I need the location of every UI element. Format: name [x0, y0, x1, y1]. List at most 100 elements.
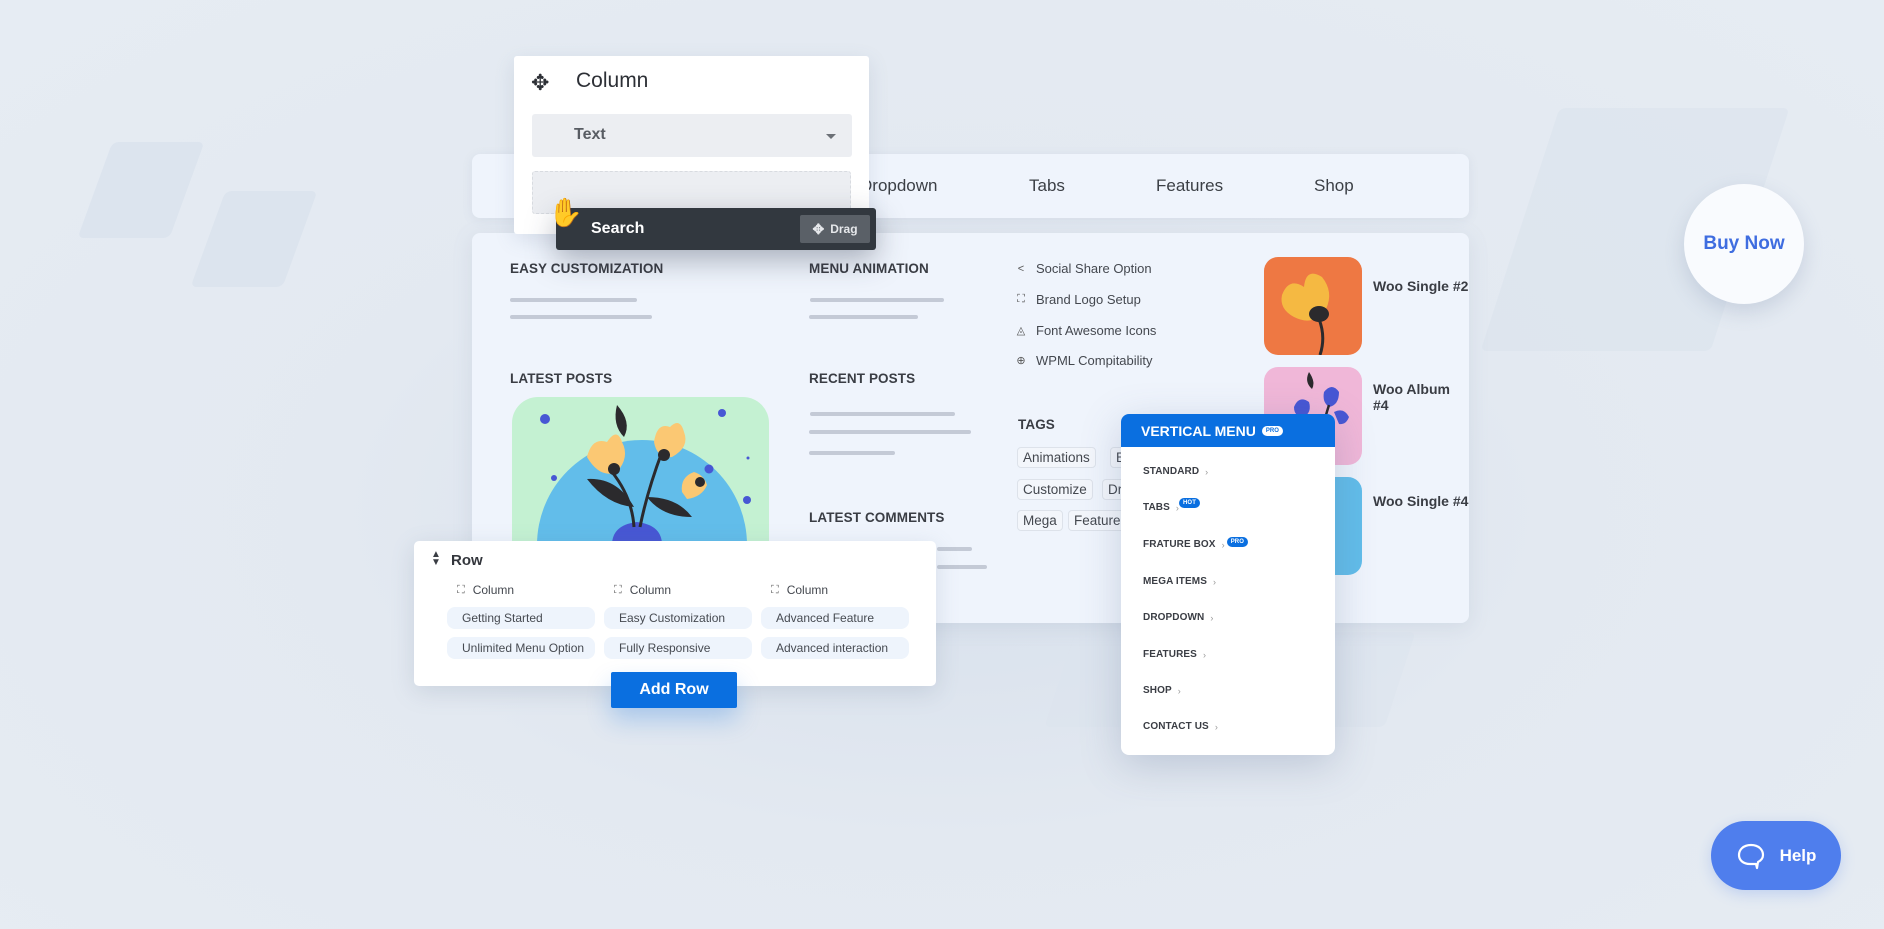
placeholder-line	[810, 412, 955, 416]
chat-bubble-icon	[1737, 843, 1764, 869]
section-title-tags: TAGS	[1018, 417, 1055, 432]
feature-label: WPML Compitability	[1036, 353, 1153, 368]
vertical-menu: VERTICAL MENU PRO STANDARD › TABS › HOT FRA…	[1121, 414, 1335, 755]
menu-item-label: MEGA ITEMS	[1143, 576, 1207, 587]
move-icon[interactable]: ✥	[531, 70, 549, 96]
chevron-right-icon: ›	[1177, 685, 1181, 696]
vertical-menu-item[interactable]: DROPDOWN ›	[1143, 612, 1213, 623]
vertical-menu-item[interactable]: FEATURES ›	[1143, 649, 1206, 660]
tag[interactable]: Feature	[1068, 510, 1127, 531]
dragged-search-element[interactable]: Search ✥ Drag	[556, 208, 876, 250]
add-row-button[interactable]: Add Row	[611, 672, 737, 708]
menu-item-label: FRATURE BOX	[1143, 539, 1216, 550]
chevron-right-icon: ›	[1205, 466, 1209, 477]
vertical-menu-title: VERTICAL MENU	[1141, 423, 1256, 439]
flower-vase-illustration	[537, 405, 751, 545]
help-button[interactable]: Help	[1711, 821, 1841, 890]
column-item[interactable]: Fully Responsive	[604, 637, 752, 659]
menu-item-label: TABS	[1143, 502, 1170, 513]
sort-icon[interactable]: ▲ ▼	[431, 550, 441, 568]
expand-icon: ⛶	[771, 583, 779, 596]
hot-badge: HOT	[1179, 497, 1200, 508]
help-label: Help	[1779, 845, 1817, 865]
feature-item[interactable]: ⊕ WPML Compitability	[1015, 353, 1153, 368]
nav-item-dropdown[interactable]: Dropdown	[860, 176, 938, 196]
tag[interactable]: Animations	[1017, 447, 1096, 468]
expand-icon: ⛶	[614, 583, 622, 596]
column-item[interactable]: Unlimited Menu Option	[447, 637, 595, 659]
menu-item-label: FEATURES	[1143, 649, 1197, 660]
vertical-menu-item[interactable]: STANDARD ›	[1143, 466, 1208, 477]
feature-label: Font Awesome Icons	[1036, 323, 1157, 338]
feature-label: Brand Logo Setup	[1036, 292, 1141, 307]
move-icon: ✥	[812, 220, 825, 237]
background-shape	[190, 191, 318, 287]
section-title-latest-comments: LATEST COMMENTS	[809, 510, 945, 525]
dragged-element-label: Search	[591, 220, 645, 237]
font-awesome-icon: ◬	[1016, 325, 1026, 337]
chevron-right-icon: ›	[1210, 612, 1214, 623]
placeholder-line	[809, 451, 895, 455]
feature-label: Social Share Option	[1036, 261, 1152, 276]
select-value: Text	[574, 126, 606, 143]
vertical-menu-item[interactable]: MEGA ITEMS ›	[1143, 576, 1216, 587]
flower-illustration	[1281, 273, 1330, 355]
feature-item[interactable]: < Social Share Option	[1015, 261, 1152, 276]
column-header: ⛶ Column	[614, 583, 671, 597]
menu-item-label: CONTACT US	[1143, 721, 1209, 732]
column-header: ⛶ Column	[457, 583, 514, 597]
product-title[interactable]: Woo Single #2	[1373, 278, 1468, 294]
product-image[interactable]	[1264, 257, 1362, 355]
background-shape	[77, 142, 205, 238]
column-widget-title: Column	[576, 69, 649, 92]
vertical-menu-item[interactable]: CONTACT US ›	[1143, 721, 1218, 732]
section-title-menu-animation: MENU ANIMATION	[809, 261, 929, 276]
section-title-latest-posts: LATEST POSTS	[510, 371, 613, 386]
placeholder-line	[510, 315, 652, 319]
element-type-select[interactable]: Text	[532, 114, 852, 157]
vertical-menu-header: VERTICAL MENU PRO	[1121, 414, 1335, 447]
grab-cursor-icon: ✋	[548, 197, 583, 228]
chevron-right-icon: ›	[1202, 649, 1207, 660]
column-label: Column	[786, 583, 829, 597]
chevron-right-icon: ›	[1214, 721, 1218, 732]
pro-badge: PRO	[1261, 426, 1283, 436]
column-label: Column	[472, 583, 515, 597]
nav-item-shop[interactable]: Shop	[1314, 176, 1354, 196]
placeholder-line	[937, 565, 987, 569]
vertical-menu-item[interactable]: SHOP ›	[1143, 685, 1181, 696]
chevron-down-icon	[826, 134, 836, 139]
column-item[interactable]: Advanced Feature	[761, 607, 909, 629]
column-item[interactable]: Advanced interaction	[761, 637, 909, 659]
placeholder-line	[937, 547, 972, 551]
row-title: Row	[451, 552, 483, 569]
product-title[interactable]: Woo Single #4	[1373, 493, 1468, 509]
nav-item-features[interactable]: Features	[1156, 176, 1223, 196]
column-item[interactable]: Getting Started	[447, 607, 595, 629]
pro-badge: PRO	[1226, 536, 1249, 547]
latest-post-image[interactable]	[512, 397, 769, 545]
expand-icon: ⛶	[1017, 293, 1025, 305]
nav-item-tabs[interactable]: Tabs	[1029, 176, 1065, 196]
product-title[interactable]: Woo Album #4	[1373, 381, 1469, 413]
section-title-recent-posts: RECENT POSTS	[809, 371, 916, 386]
wpml-icon: ⊕	[1016, 355, 1026, 367]
feature-item[interactable]: ◬ Font Awesome Icons	[1015, 323, 1157, 338]
drag-handle-button[interactable]: ✥ Drag	[800, 215, 870, 243]
column-header: ⛶ Column	[771, 583, 828, 597]
section-title-easy-customization: EASY CUSTOMIZATION	[510, 261, 664, 276]
menu-item-label: SHOP	[1143, 685, 1172, 696]
tag[interactable]: Mega	[1017, 510, 1063, 531]
vertical-menu-item[interactable]: FRATURE BOX › PRO	[1143, 536, 1249, 550]
feature-item[interactable]: ⛶ Brand Logo Setup	[1015, 292, 1141, 307]
chevron-right-icon: ›	[1212, 576, 1217, 587]
row-widget: ▲ ▼ Row ⛶ Column ⛶ Column ⛶ Column Getting S…	[414, 541, 936, 686]
tag[interactable]: Customize	[1017, 479, 1093, 500]
placeholder-line	[809, 430, 971, 434]
drag-label: Drag	[830, 222, 858, 236]
vertical-menu-item[interactable]: TABS › HOT	[1143, 497, 1200, 513]
expand-icon: ⛶	[457, 583, 465, 596]
buy-now-button[interactable]: Buy Now	[1684, 184, 1804, 304]
column-item[interactable]: Easy Customization	[604, 607, 752, 629]
menu-item-label: DROPDOWN	[1143, 612, 1205, 623]
